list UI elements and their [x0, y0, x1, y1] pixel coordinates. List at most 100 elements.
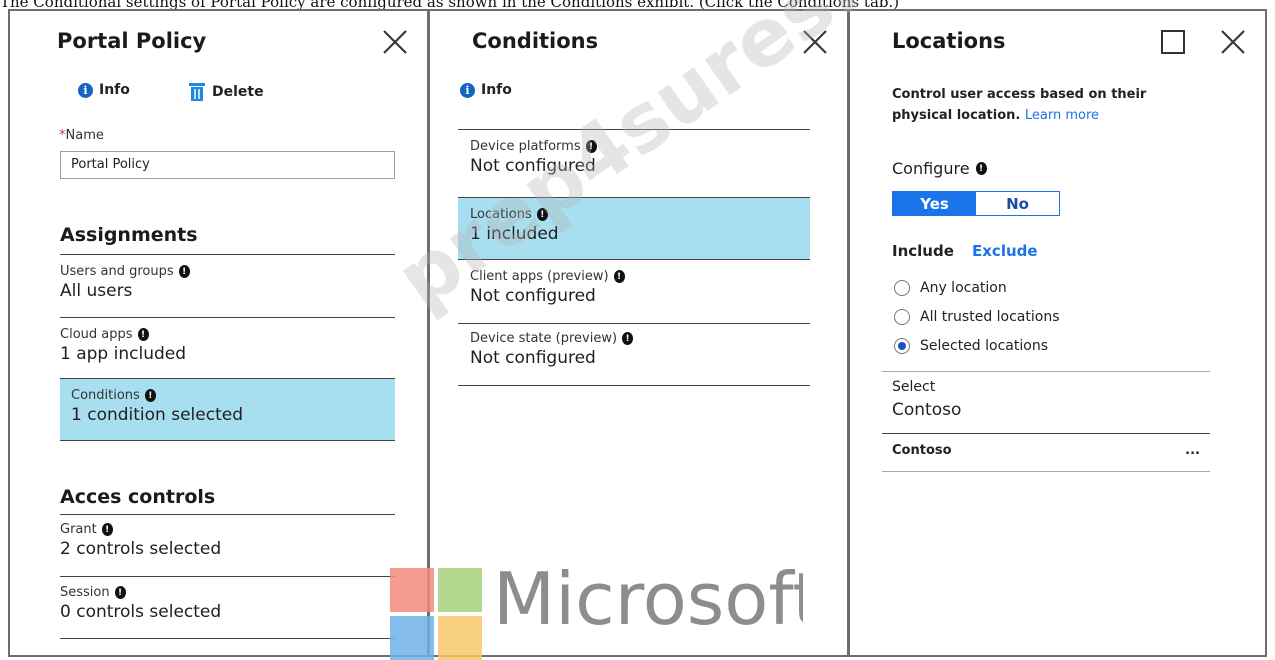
select-locations[interactable]: Select Contoso — [892, 379, 1210, 435]
description-text: Control user access based on their physi… — [892, 87, 1147, 123]
divider — [882, 433, 1210, 434]
info-exclamation-icon: ! — [137, 328, 149, 341]
info-button[interactable]: i Info — [78, 82, 130, 98]
grant-item[interactable]: Grant! 2 controls selected — [60, 522, 395, 577]
name-input[interactable]: Portal Policy — [60, 151, 395, 179]
divider — [60, 576, 395, 577]
delete-button[interactable]: Delete — [188, 82, 264, 102]
select-label: Select — [892, 379, 936, 395]
blade-title: Conditions — [472, 29, 599, 53]
blade-locations: Locations Control user access based on t… — [850, 11, 1265, 655]
item-value: 1 included — [470, 224, 559, 244]
list-item[interactable]: Contoso ... — [892, 443, 1210, 467]
divider — [882, 471, 1210, 472]
radio-button — [894, 309, 910, 325]
info-exclamation-icon: ! — [144, 389, 156, 402]
logo-square-green — [438, 568, 482, 612]
divider — [60, 514, 395, 515]
item-label: Users and groups — [60, 264, 174, 279]
info-label: Info — [99, 82, 130, 98]
configure-toggle: Yes No — [892, 191, 1060, 216]
select-value: Contoso — [892, 400, 962, 420]
tab-exclude[interactable]: Exclude — [972, 242, 1038, 260]
maximize-icon[interactable] — [1160, 29, 1186, 55]
item-value: Not configured — [470, 156, 596, 176]
blade-portal-policy: Portal Policy i Info Delete *Name Portal… — [10, 11, 430, 655]
info-exclamation-icon: ! — [101, 523, 113, 536]
radio-all-trusted-locations[interactable]: All trusted locations — [894, 309, 1060, 325]
divider — [60, 317, 395, 318]
info-exclamation-icon: ! — [622, 332, 634, 345]
logo-square-red — [390, 568, 434, 612]
radio-button — [894, 338, 910, 354]
session-item[interactable]: Session! 0 controls selected — [60, 585, 395, 640]
toggle-no[interactable]: No — [976, 192, 1059, 215]
configure-label: Configure! — [892, 159, 987, 178]
info-exclamation-icon: ! — [585, 140, 597, 153]
divider — [458, 323, 810, 324]
device-platforms-item[interactable]: Device platforms! Not configured — [458, 139, 810, 197]
item-value: 1 app included — [60, 344, 187, 364]
name-label-text: Name — [65, 128, 104, 143]
item-label: Device platforms — [470, 139, 581, 154]
delete-label: Delete — [212, 84, 264, 100]
blade-title: Portal Policy — [57, 29, 207, 53]
divider — [882, 371, 1210, 372]
info-exclamation-icon: ! — [536, 208, 548, 221]
item-label: Cloud apps — [60, 327, 133, 342]
logo-square-yellow — [438, 616, 482, 660]
item-label: Device state (preview) — [470, 331, 618, 346]
description: Control user access based on their physi… — [892, 84, 1192, 126]
info-button[interactable]: i Info — [460, 82, 512, 98]
item-value: All users — [60, 281, 133, 301]
access-controls-heading: Acces controls — [60, 486, 216, 508]
item-label: Session — [60, 585, 110, 600]
tab-include[interactable]: Include — [892, 242, 954, 260]
more-options-icon[interactable]: ... — [1185, 443, 1210, 467]
divider — [60, 254, 395, 255]
close-icon[interactable] — [800, 27, 830, 57]
radio-button — [894, 280, 910, 296]
logo-square-blue — [390, 616, 434, 660]
item-label: Conditions — [71, 388, 140, 403]
item-value: 0 controls selected — [60, 602, 222, 622]
cloud-apps-item[interactable]: Cloud apps! 1 app included — [60, 327, 395, 382]
name-field-label: *Name — [59, 128, 104, 143]
item-value: Not configured — [470, 348, 596, 368]
info-exclamation-icon: ! — [975, 162, 987, 175]
assignments-heading: Assignments — [60, 224, 198, 246]
item-label: Client apps (preview) — [470, 269, 609, 284]
configure-text: Configure — [892, 159, 970, 178]
toggle-yes[interactable]: Yes — [893, 192, 976, 215]
radio-label: All trusted locations — [920, 309, 1060, 325]
divider — [60, 638, 395, 639]
info-exclamation-icon: ! — [613, 270, 625, 283]
locations-item[interactable]: Locations! 1 included — [458, 197, 810, 260]
client-apps-item[interactable]: Client apps (preview)! Not configured — [458, 269, 810, 324]
device-state-item[interactable]: Device state (preview)! Not configured — [458, 331, 810, 386]
item-value: 1 condition selected — [71, 405, 243, 425]
microsoft-logo: Microsoft — [383, 557, 803, 660]
radio-label: Selected locations — [920, 338, 1048, 354]
info-label: Info — [481, 82, 512, 98]
caption-text: The Conditional settings of Portal Polic… — [0, 0, 900, 9]
radio-any-location[interactable]: Any location — [894, 280, 1007, 296]
learn-more-link[interactable]: Learn more — [1025, 108, 1099, 123]
info-exclamation-icon: ! — [178, 265, 190, 278]
blade-title: Locations — [892, 29, 1006, 53]
divider — [458, 129, 810, 130]
info-icon: i — [78, 82, 93, 98]
conditions-item[interactable]: Conditions! 1 condition selected — [60, 378, 395, 441]
info-icon: i — [460, 82, 475, 98]
logo-wordmark: Microsoft — [493, 557, 803, 641]
item-label: Grant — [60, 522, 97, 537]
list-item-label: Contoso — [892, 443, 952, 458]
radio-label: Any location — [920, 280, 1007, 296]
close-icon[interactable] — [1218, 27, 1248, 57]
item-value: 2 controls selected — [60, 539, 222, 559]
item-value: Not configured — [470, 286, 596, 306]
radio-selected-locations[interactable]: Selected locations — [894, 338, 1048, 354]
divider — [458, 385, 810, 386]
users-and-groups-item[interactable]: Users and groups! All users — [60, 264, 395, 319]
close-icon[interactable] — [380, 27, 410, 57]
